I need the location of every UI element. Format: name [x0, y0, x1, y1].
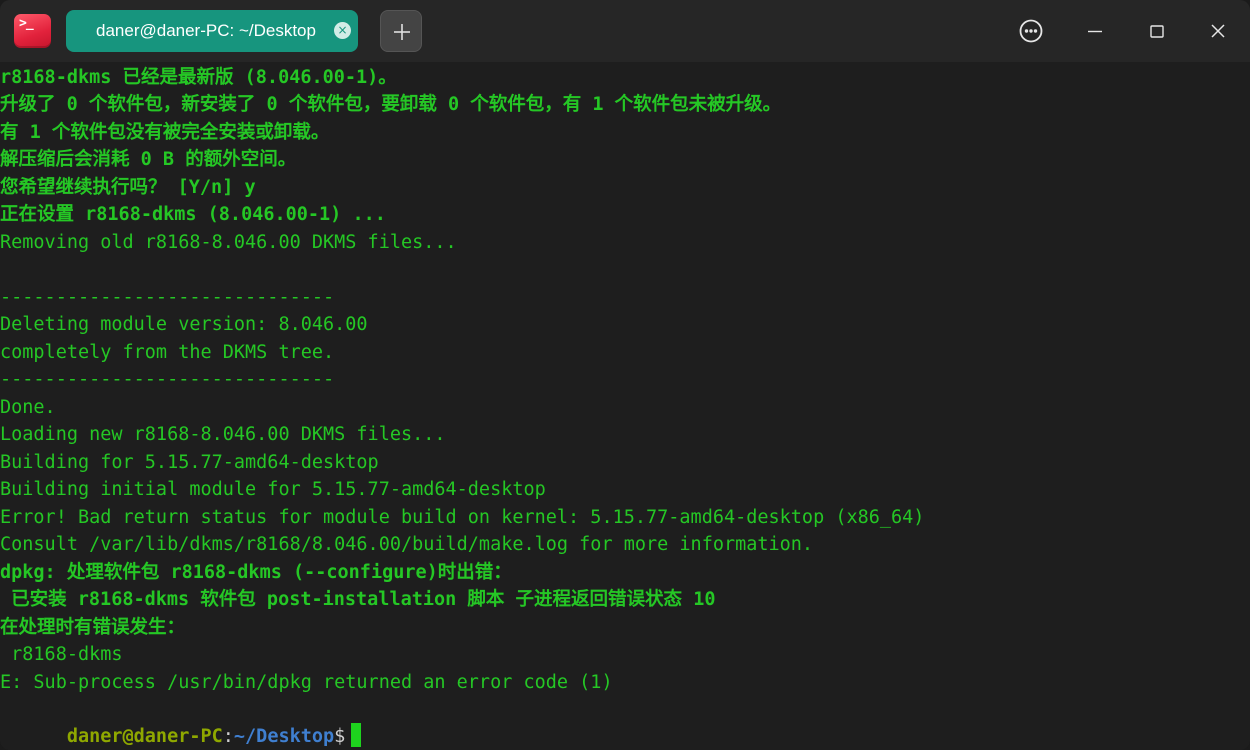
- terminal-app-icon[interactable]: >_: [14, 14, 51, 48]
- terminal-line: completely from the DKMS tree.: [0, 342, 335, 363]
- plus-icon: [394, 24, 410, 40]
- terminal-window: >_ daner@daner-PC: ~/Desktop × r8168-dkm…: [0, 0, 1250, 750]
- terminal-line: ------------------------------: [0, 287, 335, 308]
- minimize-button[interactable]: [1080, 16, 1110, 46]
- terminal-line: Done.: [0, 397, 56, 418]
- prompt-separator: :: [222, 726, 234, 747]
- terminal-line: Deleting module version: 8.046.00: [0, 314, 368, 335]
- prompt-symbol: $: [334, 726, 346, 747]
- prompt-path: ~/Desktop: [233, 726, 335, 747]
- terminal-line: Consult /var/lib/dkms/r8168/8.046.00/bui…: [0, 534, 814, 555]
- more-options-button[interactable]: [1016, 16, 1046, 46]
- shell-prompt[interactable]: daner@daner-PC:~/Desktop$: [0, 696, 362, 747]
- maximize-button[interactable]: [1142, 16, 1172, 46]
- tab-terminal-desktop[interactable]: daner@daner-PC: ~/Desktop ×: [66, 10, 358, 52]
- terminal-line: Error! Bad return status for module buil…: [0, 507, 925, 528]
- text-cursor: [351, 723, 362, 747]
- close-icon: [1211, 24, 1225, 38]
- minimize-icon: [1088, 30, 1102, 33]
- terminal-line: r8168-dkms 已经是最新版 (8.046.00-1)。: [0, 67, 397, 88]
- terminal-line: Building for 5.15.77-amd64-desktop: [0, 452, 379, 473]
- terminal-line: E: Sub-process /usr/bin/dpkg returned an…: [0, 672, 613, 693]
- terminal-line: 升级了 0 个软件包，新安装了 0 个软件包，要卸载 0 个软件包，有 1 个软…: [0, 94, 782, 115]
- close-window-button[interactable]: [1203, 16, 1233, 46]
- terminal-line: Building initial module for 5.15.77-amd6…: [0, 479, 546, 500]
- terminal-line: 有 1 个软件包没有被完全安装或卸载。: [0, 122, 330, 143]
- terminal-line: 已安装 r8168-dkms 软件包 post-installation 脚本 …: [0, 589, 716, 610]
- prompt-user-host: daner@daner-PC: [66, 726, 223, 747]
- terminal-output[interactable]: r8168-dkms 已经是最新版 (8.046.00-1)。 升级了 0 个软…: [0, 62, 1250, 750]
- maximize-icon: [1150, 25, 1164, 38]
- terminal-line: dpkg: 处理软件包 r8168-dkms (--configure)时出错：: [0, 562, 512, 583]
- terminal-line: Loading new r8168-8.046.00 DKMS files...: [0, 424, 446, 445]
- terminal-line: 正在设置 r8168-dkms (8.046.00-1) ...: [0, 204, 386, 225]
- new-tab-button[interactable]: [380, 10, 422, 52]
- title-bar: >_ daner@daner-PC: ~/Desktop ×: [0, 0, 1250, 62]
- terminal-line: r8168-dkms: [0, 644, 123, 665]
- ellipsis-circle-icon: [1019, 19, 1043, 43]
- tab-title: daner@daner-PC: ~/Desktop: [96, 21, 316, 40]
- tab-close-icon[interactable]: ×: [334, 22, 351, 39]
- terminal-line: 在处理时有错误发生：: [0, 617, 186, 638]
- terminal-line: ------------------------------: [0, 369, 335, 390]
- terminal-line: 您希望继续执行吗？ [Y/n] y: [0, 177, 256, 198]
- terminal-line: 解压缩后会消耗 0 B 的额外空间。: [0, 149, 297, 170]
- terminal-line: Removing old r8168-8.046.00 DKMS files..…: [0, 232, 457, 253]
